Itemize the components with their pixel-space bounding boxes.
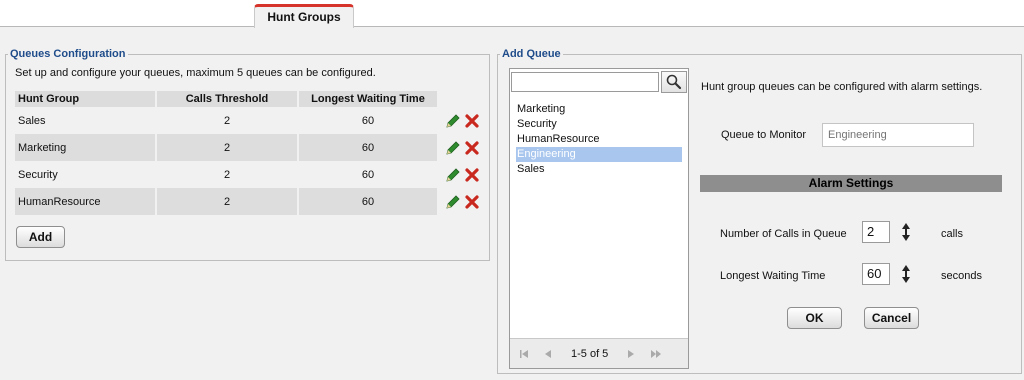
calls-stepper-arrows-icon[interactable] bbox=[899, 221, 913, 243]
row-actions bbox=[439, 134, 486, 161]
next-page-icon[interactable] bbox=[626, 349, 636, 359]
queues-description: Set up and configure your queues, maximu… bbox=[15, 67, 376, 79]
queue-to-monitor-field[interactable] bbox=[822, 123, 974, 147]
cell-calls-threshold: 2 bbox=[157, 107, 299, 134]
alarm-info-text: Hunt group queues can be configured with… bbox=[701, 81, 983, 93]
cell-longest-waiting-time: 60 bbox=[299, 188, 439, 215]
queue-list: Marketing Security HumanResource Enginee… bbox=[516, 102, 682, 177]
table-row[interactable]: Sales 2 60 bbox=[15, 107, 486, 134]
search-button[interactable] bbox=[661, 71, 687, 93]
column-header-longest-waiting-time: Longest Waiting Time bbox=[299, 91, 439, 107]
wait-unit-label: seconds bbox=[941, 270, 982, 282]
row-actions bbox=[439, 161, 486, 188]
edit-pencil-icon[interactable] bbox=[445, 194, 461, 210]
cell-longest-waiting-time: 60 bbox=[299, 134, 439, 161]
row-actions bbox=[439, 188, 486, 215]
list-pager: 1-5 of 5 bbox=[510, 338, 688, 368]
last-page-icon[interactable] bbox=[650, 349, 661, 359]
cancel-button[interactable]: Cancel bbox=[864, 307, 919, 329]
delete-x-icon[interactable] bbox=[464, 140, 480, 156]
tab-hunt-groups[interactable]: Hunt Groups bbox=[254, 4, 354, 28]
delete-x-icon[interactable] bbox=[464, 113, 480, 129]
cell-longest-waiting-time: 60 bbox=[299, 161, 439, 188]
delete-x-icon[interactable] bbox=[464, 194, 480, 210]
queue-to-monitor-label: Queue to Monitor bbox=[721, 129, 806, 141]
alarm-settings-header: Alarm Settings bbox=[700, 175, 1002, 192]
list-item[interactable]: HumanResource bbox=[516, 132, 682, 147]
calls-unit-label: calls bbox=[941, 228, 964, 240]
calls-in-queue-input[interactable]: 2 bbox=[862, 221, 890, 243]
ok-button[interactable]: OK bbox=[787, 307, 842, 329]
table-header-row: Hunt Group Calls Threshold Longest Waiti… bbox=[15, 91, 485, 107]
cell-calls-threshold: 2 bbox=[157, 161, 299, 188]
column-header-actions bbox=[439, 91, 485, 107]
magnifier-icon bbox=[662, 74, 686, 95]
queues-table: Hunt Group Calls Threshold Longest Waiti… bbox=[15, 91, 486, 215]
queues-configuration-legend: Queues Configuration bbox=[8, 47, 128, 61]
cell-calls-threshold: 2 bbox=[157, 188, 299, 215]
add-button[interactable]: Add bbox=[16, 226, 65, 248]
list-item[interactable]: Security bbox=[516, 117, 682, 132]
tab-bar: Hunt Groups bbox=[0, 0, 1024, 28]
cell-hunt-group: Marketing bbox=[15, 134, 157, 161]
longest-waiting-time-input[interactable]: 60 bbox=[862, 263, 890, 285]
edit-pencil-icon[interactable] bbox=[445, 167, 461, 183]
row-actions bbox=[439, 107, 486, 134]
cell-calls-threshold: 2 bbox=[157, 134, 299, 161]
add-queue-panel: Add Queue Marketing Security HumanResour… bbox=[497, 47, 1022, 374]
delete-x-icon[interactable] bbox=[464, 167, 480, 183]
table-row[interactable]: HumanResource 2 60 bbox=[15, 188, 486, 215]
edit-pencil-icon[interactable] bbox=[445, 113, 461, 129]
cell-hunt-group: Security bbox=[15, 161, 157, 188]
column-header-calls-threshold: Calls Threshold bbox=[157, 91, 299, 107]
queue-list-box: Marketing Security HumanResource Enginee… bbox=[509, 68, 689, 369]
wait-stepper-arrows-icon[interactable] bbox=[899, 263, 913, 285]
cell-hunt-group: Sales bbox=[15, 107, 157, 134]
pager-text: 1-5 of 5 bbox=[571, 348, 609, 360]
table-row[interactable]: Security 2 60 bbox=[15, 161, 486, 188]
search-input[interactable] bbox=[511, 72, 659, 92]
list-item[interactable]: Marketing bbox=[516, 102, 682, 117]
list-item[interactable]: Sales bbox=[516, 162, 682, 177]
previous-page-icon[interactable] bbox=[543, 349, 553, 359]
edit-pencil-icon[interactable] bbox=[445, 140, 461, 156]
list-item-selected[interactable]: Engineering bbox=[516, 147, 682, 162]
cell-hunt-group: HumanResource bbox=[15, 188, 157, 215]
cell-longest-waiting-time: 60 bbox=[299, 107, 439, 134]
longest-waiting-time-label: Longest Waiting Time bbox=[720, 270, 826, 282]
first-page-icon[interactable] bbox=[519, 349, 529, 359]
calls-in-queue-label: Number of Calls in Queue bbox=[720, 228, 847, 240]
queues-configuration-panel: Queues Configuration Set up and configur… bbox=[5, 47, 490, 261]
table-row[interactable]: Marketing 2 60 bbox=[15, 134, 486, 161]
add-queue-legend: Add Queue bbox=[500, 47, 563, 61]
column-header-hunt-group: Hunt Group bbox=[15, 91, 157, 107]
